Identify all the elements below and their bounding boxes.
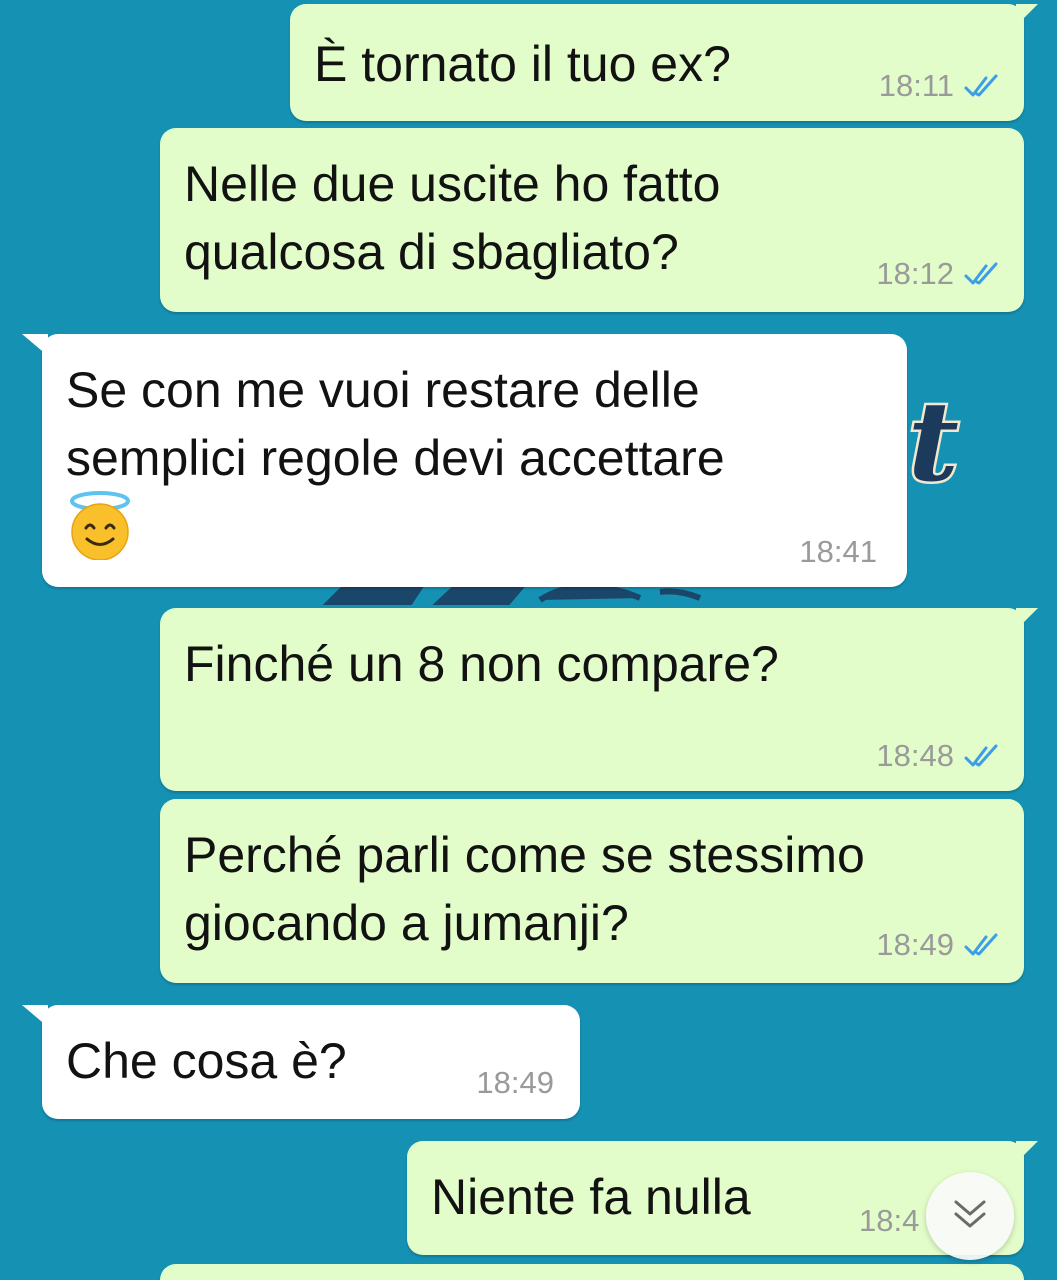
message-text: Perché parli come se stessimo giocando a…: [184, 827, 865, 951]
scroll-to-bottom-button[interactable]: [926, 1172, 1014, 1260]
message-meta: 18:12: [876, 256, 1002, 292]
double-chevron-down-icon: [950, 1196, 990, 1237]
message-bubble-outgoing[interactable]: Perché parli come se stessimo giocando a…: [160, 799, 1024, 983]
message-time: 18:41: [799, 534, 877, 569]
message-time: 18:12: [876, 256, 954, 291]
smiling-face-with-halo-icon: [66, 490, 134, 560]
message-bubble-outgoing[interactable]: Finché un 8 non compare? 18:48: [160, 608, 1038, 791]
message-meta: 18:4: [859, 1203, 919, 1239]
message-time: 18:49: [476, 1065, 554, 1100]
read-ticks-icon: [962, 932, 1002, 958]
message-time: 18:49: [876, 927, 954, 962]
message-meta: 18:48: [876, 738, 1002, 774]
message-meta: 18:41: [799, 534, 877, 570]
message-text: Nelle due uscite ho fatto qualcosa di sb…: [184, 156, 721, 280]
read-ticks-icon: [962, 261, 1002, 287]
message-text: Se con me vuoi restare delle semplici re…: [66, 362, 725, 486]
message-bubble-incoming[interactable]: Che cosa è? 18:49: [22, 1005, 580, 1119]
message-text: È tornato il tuo ex?: [314, 36, 731, 92]
message-bubble-outgoing[interactable]: Nelle due uscite ho fatto qualcosa di sb…: [160, 128, 1024, 312]
svg-text:t: t: [908, 377, 959, 506]
message-bubble-incoming[interactable]: Se con me vuoi restare delle semplici re…: [22, 334, 907, 587]
chat-conversation[interactable]: t È tornato il tuo ex? 18:11 Nelle due u…: [0, 0, 1057, 1280]
message-time: 18:4: [859, 1203, 920, 1238]
message-time: 18:11: [878, 68, 954, 103]
message-bubble-outgoing-partial[interactable]: [160, 1264, 1024, 1280]
message-meta: 18:49: [476, 1065, 554, 1101]
message-meta: 18:49: [876, 927, 1002, 963]
message-text: Niente fa nulla: [431, 1169, 751, 1225]
message-meta: 18:11: [879, 68, 1002, 104]
message-text: Che cosa è?: [66, 1033, 347, 1089]
message-time: 18:48: [876, 738, 954, 773]
message-bubble-outgoing[interactable]: È tornato il tuo ex? 18:11: [290, 4, 1038, 121]
read-ticks-icon: [962, 743, 1002, 769]
message-text: Finché un 8 non compare?: [184, 636, 779, 692]
read-ticks-icon: [962, 73, 1002, 99]
